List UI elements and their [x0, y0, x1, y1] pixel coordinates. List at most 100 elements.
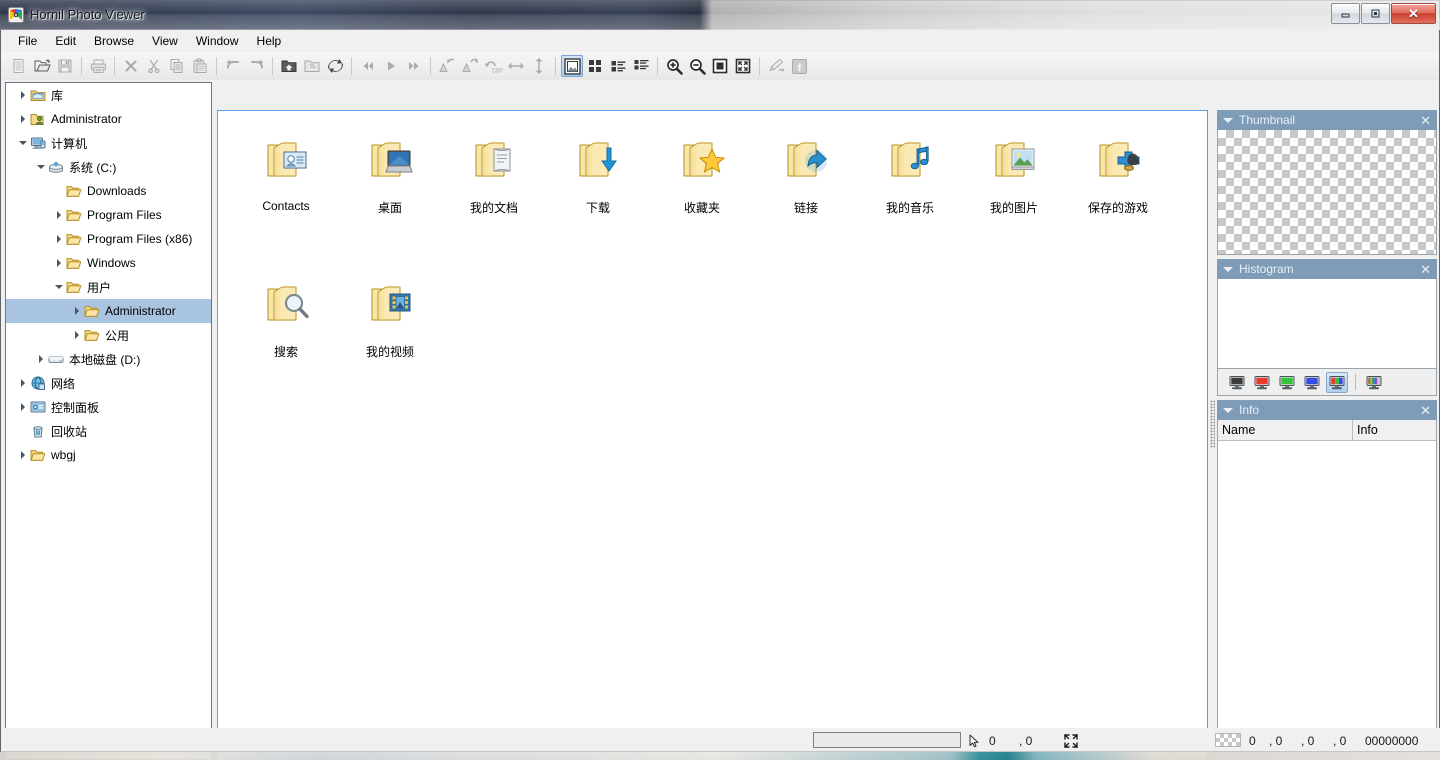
tree-item-program-files-x86-[interactable]: Program Files (x86): [6, 227, 211, 251]
chevron-right-icon[interactable]: [16, 448, 30, 462]
file-item[interactable]: 桌面: [338, 129, 442, 219]
info-close-icon[interactable]: ✕: [1420, 404, 1431, 417]
file-item[interactable]: 收藏夹: [650, 129, 754, 219]
toolbar-flip-horizontal-button[interactable]: [505, 55, 527, 77]
toolbar-skip-first-button[interactable]: [357, 55, 379, 77]
menu-window[interactable]: Window: [187, 31, 248, 51]
menu-view[interactable]: View: [143, 31, 187, 51]
toolbar-undo-arrow-button[interactable]: [222, 55, 244, 77]
toolbar-rotate-right-button[interactable]: [459, 55, 481, 77]
toolbar-view-thumbnail-button[interactable]: [561, 55, 583, 77]
toolbar-paste-button[interactable]: [189, 55, 211, 77]
minimize-button[interactable]: [1331, 3, 1360, 24]
chevron-right-icon[interactable]: [70, 304, 84, 318]
panel-splitter-handle[interactable]: [1210, 400, 1215, 448]
menu-browse[interactable]: Browse: [85, 31, 143, 51]
tree-item--[interactable]: 回收站: [6, 419, 211, 443]
chevron-right-icon[interactable]: [52, 208, 66, 222]
file-item[interactable]: 保存的游戏: [1066, 129, 1170, 219]
toolbar-actual-size-button[interactable]: [709, 55, 731, 77]
channel-green-button[interactable]: [1276, 372, 1298, 393]
tree-item-wbgj[interactable]: wbgj: [6, 443, 211, 467]
chevron-down-icon[interactable]: [1223, 117, 1233, 123]
file-item[interactable]: 下载: [546, 129, 650, 219]
toolbar-printer-button[interactable]: [87, 55, 109, 77]
channel-luminance-button[interactable]: [1226, 372, 1248, 393]
channel-red-button[interactable]: [1251, 372, 1273, 393]
histogram-close-icon[interactable]: ✕: [1420, 263, 1431, 276]
chevron-down-icon[interactable]: [1223, 407, 1233, 413]
channel-blue-button[interactable]: [1301, 372, 1323, 393]
folder-tree-panel[interactable]: 库 Administrator 计算机 系统 (C:) Downloads Program…: [5, 82, 212, 760]
status-path-input[interactable]: [813, 732, 961, 748]
chevron-right-icon[interactable]: [16, 400, 30, 414]
toolbar-new-document-button[interactable]: [8, 55, 30, 77]
tree-item--d-[interactable]: 本地磁盘 (D:): [6, 347, 211, 371]
toolbar-fit-window-button[interactable]: [732, 55, 754, 77]
toolbar-view-details-button[interactable]: [630, 55, 652, 77]
toolbar-edit-pencil-button[interactable]: [765, 55, 787, 77]
toolbar-redo-arrow-button[interactable]: [245, 55, 267, 77]
toolbar-view-list-button[interactable]: [607, 55, 629, 77]
toolbar-folder-up-button[interactable]: [278, 55, 300, 77]
thumbnail-close-icon[interactable]: ✕: [1420, 114, 1431, 127]
tree-item--[interactable]: 网络: [6, 371, 211, 395]
tree-item--[interactable]: 控制面板: [6, 395, 211, 419]
file-item[interactable]: 链接: [754, 129, 858, 219]
resize-arrows-icon[interactable]: [1063, 733, 1079, 749]
maximize-button[interactable]: [1361, 3, 1390, 24]
file-item[interactable]: 我的图片: [962, 129, 1066, 219]
toolbar-facebook-share-button[interactable]: [788, 55, 810, 77]
file-item[interactable]: 我的音乐: [858, 129, 962, 219]
desktop-taskbar[interactable]: [0, 752, 1440, 760]
menu-file[interactable]: File: [9, 31, 46, 51]
tree-item--[interactable]: 公用: [6, 323, 211, 347]
tree-item-windows[interactable]: Windows: [6, 251, 211, 275]
toolbar-skip-last-button[interactable]: [403, 55, 425, 77]
chevron-right-icon[interactable]: [16, 112, 30, 126]
toolbar-delete-x-button[interactable]: [120, 55, 142, 77]
toolbar-copy-button[interactable]: [166, 55, 188, 77]
toolbar-save-floppy-button[interactable]: [54, 55, 76, 77]
close-button[interactable]: ✕: [1391, 3, 1436, 24]
toolbar-open-folder-button[interactable]: [31, 55, 53, 77]
tree-item--[interactable]: 计算机: [6, 131, 211, 155]
toolbar-zoom-in-button[interactable]: [663, 55, 685, 77]
thumbnail-panel-header[interactable]: Thumbnail ✕: [1217, 110, 1437, 130]
channel-rgb-button[interactable]: [1326, 371, 1348, 393]
menu-help[interactable]: Help: [248, 31, 291, 51]
chevron-right-icon[interactable]: [16, 376, 30, 390]
toolbar-refresh-button[interactable]: [324, 55, 346, 77]
tree-item-program-files[interactable]: Program Files: [6, 203, 211, 227]
toolbar-rotate-180-button[interactable]: 180°: [482, 55, 504, 77]
chevron-right-icon[interactable]: [34, 352, 48, 366]
chevron-down-icon[interactable]: [52, 280, 66, 294]
file-item[interactable]: 搜索: [234, 273, 338, 363]
chevron-right-icon[interactable]: [70, 328, 84, 342]
file-item[interactable]: 我的视频: [338, 273, 442, 363]
toolbar-rotate-left-button[interactable]: [436, 55, 458, 77]
file-item[interactable]: 我的文档: [442, 129, 546, 219]
chevron-down-icon[interactable]: [34, 160, 48, 174]
tree-item--[interactable]: 库: [6, 83, 211, 107]
histogram-panel-header[interactable]: Histogram ✕: [1217, 259, 1437, 279]
tree-item-downloads[interactable]: Downloads: [6, 179, 211, 203]
file-item[interactable]: Contacts: [234, 129, 338, 219]
file-browser-panel[interactable]: Contacts 桌面 我的文档 下载 收藏夹 链接 我的音乐 我的图片 保存的游戏搜索 我的视频: [217, 110, 1208, 760]
menu-edit[interactable]: Edit: [46, 31, 85, 51]
chevron-down-icon[interactable]: [1223, 266, 1233, 272]
chevron-right-icon[interactable]: [52, 256, 66, 270]
tree-item-administrator[interactable]: Administrator: [6, 299, 211, 323]
tree-item-administrator[interactable]: Administrator: [6, 107, 211, 131]
info-panel-header[interactable]: Info ✕: [1217, 400, 1437, 420]
chevron-right-icon[interactable]: [52, 232, 66, 246]
toolbar-folder-new-button[interactable]: [301, 55, 323, 77]
toolbar-play-next-button[interactable]: [380, 55, 402, 77]
chevron-down-icon[interactable]: [16, 136, 30, 150]
toolbar-view-tiles-button[interactable]: [584, 55, 606, 77]
toolbar-zoom-out-button[interactable]: [686, 55, 708, 77]
channel-all-button[interactable]: [1363, 372, 1385, 393]
toolbar-flip-vertical-button[interactable]: [528, 55, 550, 77]
tree-item--c-[interactable]: 系统 (C:): [6, 155, 211, 179]
chevron-right-icon[interactable]: [16, 88, 30, 102]
